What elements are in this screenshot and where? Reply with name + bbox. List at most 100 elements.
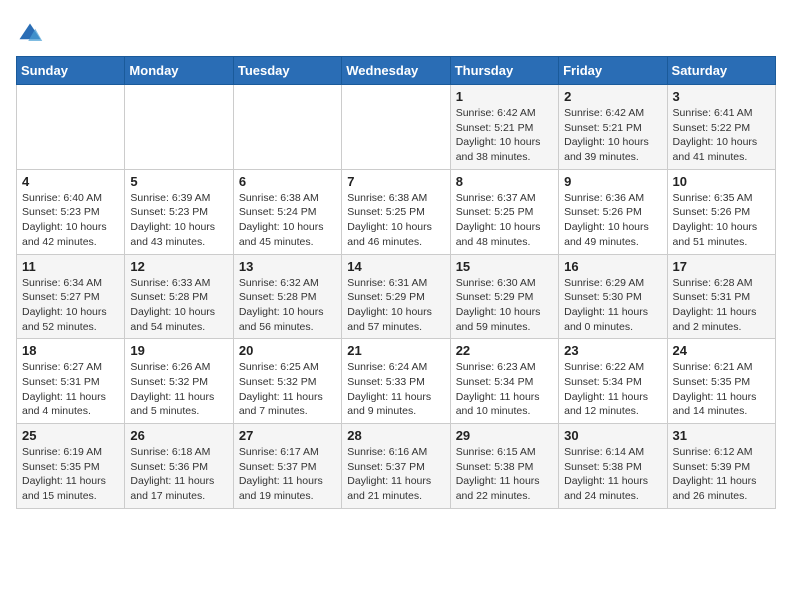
day-info: Sunrise: 6:34 AM Sunset: 5:27 PM Dayligh… (22, 276, 119, 335)
day-info: Sunrise: 6:30 AM Sunset: 5:29 PM Dayligh… (456, 276, 553, 335)
day-number: 6 (239, 174, 336, 189)
header-row: SundayMondayTuesdayWednesdayThursdayFrid… (17, 57, 776, 85)
week-row-3: 11Sunrise: 6:34 AM Sunset: 5:27 PM Dayli… (17, 254, 776, 339)
calendar-cell: 25 Sunrise: 6:19 AM Sunset: 5:35 PM Dayli… (17, 424, 125, 509)
day-info: Sunrise: 6:36 AM Sunset: 5:26 PM Dayligh… (564, 191, 661, 250)
day-info: Sunrise: 6:29 AM Sunset: 5:30 PM Dayligh… (564, 276, 661, 335)
week-row-1: 1Sunrise: 6:42 AM Sunset: 5:21 PM Daylig… (17, 85, 776, 170)
calendar-cell: 19Sunrise: 6:26 AM Sunset: 5:32 PM Dayli… (125, 339, 233, 424)
calendar-cell: 3 Sunrise: 6:41 AM Sunset: 5:22 PM Daylig… (667, 85, 775, 170)
calendar-cell: 11Sunrise: 6:34 AM Sunset: 5:27 PM Dayli… (17, 254, 125, 339)
day-number: 16 (564, 259, 661, 274)
day-number: 21 (347, 343, 444, 358)
calendar-cell: 7 Sunrise: 6:38 AM Sunset: 5:25 PM Daylig… (342, 169, 450, 254)
week-row-4: 18Sunrise: 6:27 AM Sunset: 5:31 PM Dayli… (17, 339, 776, 424)
day-number: 22 (456, 343, 553, 358)
calendar-cell: 1Sunrise: 6:42 AM Sunset: 5:21 PM Daylig… (450, 85, 558, 170)
day-number: 2 (564, 89, 661, 104)
day-number: 5 (130, 174, 227, 189)
day-info: Sunrise: 6:14 AM Sunset: 5:38 PM Dayligh… (564, 445, 661, 504)
calendar-cell: 6 Sunrise: 6:38 AM Sunset: 5:24 PM Daylig… (233, 169, 341, 254)
calendar-header: SundayMondayTuesdayWednesdayThursdayFrid… (17, 57, 776, 85)
week-row-2: 4 Sunrise: 6:40 AM Sunset: 5:23 PM Daylig… (17, 169, 776, 254)
day-info: Sunrise: 6:19 AM Sunset: 5:35 PM Dayligh… (22, 445, 119, 504)
day-number: 23 (564, 343, 661, 358)
day-number: 8 (456, 174, 553, 189)
day-number: 18 (22, 343, 119, 358)
calendar-table: SundayMondayTuesdayWednesdayThursdayFrid… (16, 56, 776, 509)
day-number: 10 (673, 174, 770, 189)
day-number: 17 (673, 259, 770, 274)
day-number: 15 (456, 259, 553, 274)
calendar-cell (125, 85, 233, 170)
calendar-cell (17, 85, 125, 170)
calendar-cell: 5 Sunrise: 6:39 AM Sunset: 5:23 PM Daylig… (125, 169, 233, 254)
calendar-cell: 13Sunrise: 6:32 AM Sunset: 5:28 PM Dayli… (233, 254, 341, 339)
day-number: 20 (239, 343, 336, 358)
day-number: 29 (456, 428, 553, 443)
calendar-cell: 26 Sunrise: 6:18 AM Sunset: 5:36 PM Dayli… (125, 424, 233, 509)
calendar-cell: 30 Sunrise: 6:14 AM Sunset: 5:38 PM Dayli… (559, 424, 667, 509)
day-number: 27 (239, 428, 336, 443)
calendar-cell: 2Sunrise: 6:42 AM Sunset: 5:21 PM Daylig… (559, 85, 667, 170)
calendar-cell: 9 Sunrise: 6:36 AM Sunset: 5:26 PM Daylig… (559, 169, 667, 254)
day-number: 7 (347, 174, 444, 189)
day-number: 19 (130, 343, 227, 358)
calendar-cell: 12Sunrise: 6:33 AM Sunset: 5:28 PM Dayli… (125, 254, 233, 339)
page-header (16, 16, 776, 48)
day-info: Sunrise: 6:38 AM Sunset: 5:24 PM Dayligh… (239, 191, 336, 250)
day-number: 31 (673, 428, 770, 443)
calendar-cell: 21 Sunrise: 6:24 AM Sunset: 5:33 PM Dayli… (342, 339, 450, 424)
calendar-cell: 8 Sunrise: 6:37 AM Sunset: 5:25 PM Daylig… (450, 169, 558, 254)
calendar-cell: 15 Sunrise: 6:30 AM Sunset: 5:29 PM Dayli… (450, 254, 558, 339)
calendar-cell: 17 Sunrise: 6:28 AM Sunset: 5:31 PM Dayli… (667, 254, 775, 339)
day-info: Sunrise: 6:16 AM Sunset: 5:37 PM Dayligh… (347, 445, 444, 504)
day-info: Sunrise: 6:23 AM Sunset: 5:34 PM Dayligh… (456, 360, 553, 419)
day-info: Sunrise: 6:22 AM Sunset: 5:34 PM Dayligh… (564, 360, 661, 419)
calendar-cell: 22 Sunrise: 6:23 AM Sunset: 5:34 PM Dayli… (450, 339, 558, 424)
day-info: Sunrise: 6:39 AM Sunset: 5:23 PM Dayligh… (130, 191, 227, 250)
day-info: Sunrise: 6:15 AM Sunset: 5:38 PM Dayligh… (456, 445, 553, 504)
day-number: 4 (22, 174, 119, 189)
calendar-cell: 16 Sunrise: 6:29 AM Sunset: 5:30 PM Dayli… (559, 254, 667, 339)
calendar-cell: 24 Sunrise: 6:21 AM Sunset: 5:35 PM Dayli… (667, 339, 775, 424)
calendar-cell: 20 Sunrise: 6:25 AM Sunset: 5:32 PM Dayli… (233, 339, 341, 424)
day-number: 25 (22, 428, 119, 443)
day-info: Sunrise: 6:37 AM Sunset: 5:25 PM Dayligh… (456, 191, 553, 250)
day-info: Sunrise: 6:21 AM Sunset: 5:35 PM Dayligh… (673, 360, 770, 419)
day-number: 3 (673, 89, 770, 104)
day-info: Sunrise: 6:28 AM Sunset: 5:31 PM Dayligh… (673, 276, 770, 335)
day-number: 14 (347, 259, 444, 274)
day-info: Sunrise: 6:38 AM Sunset: 5:25 PM Dayligh… (347, 191, 444, 250)
day-info: Sunrise: 6:35 AM Sunset: 5:26 PM Dayligh… (673, 191, 770, 250)
calendar-cell (342, 85, 450, 170)
header-saturday: Saturday (667, 57, 775, 85)
header-thursday: Thursday (450, 57, 558, 85)
day-info: Sunrise: 6:12 AM Sunset: 5:39 PM Dayligh… (673, 445, 770, 504)
day-number: 9 (564, 174, 661, 189)
logo-icon (16, 20, 44, 48)
day-info: Sunrise: 6:40 AM Sunset: 5:23 PM Dayligh… (22, 191, 119, 250)
header-tuesday: Tuesday (233, 57, 341, 85)
header-wednesday: Wednesday (342, 57, 450, 85)
calendar-cell: 18Sunrise: 6:27 AM Sunset: 5:31 PM Dayli… (17, 339, 125, 424)
calendar-cell: 28 Sunrise: 6:16 AM Sunset: 5:37 PM Dayli… (342, 424, 450, 509)
header-friday: Friday (559, 57, 667, 85)
day-info: Sunrise: 6:18 AM Sunset: 5:36 PM Dayligh… (130, 445, 227, 504)
day-info: Sunrise: 6:41 AM Sunset: 5:22 PM Dayligh… (673, 106, 770, 165)
day-info: Sunrise: 6:32 AM Sunset: 5:28 PM Dayligh… (239, 276, 336, 335)
calendar-cell (233, 85, 341, 170)
day-number: 24 (673, 343, 770, 358)
day-number: 28 (347, 428, 444, 443)
day-info: Sunrise: 6:42 AM Sunset: 5:21 PM Dayligh… (456, 106, 553, 165)
calendar-cell: 14 Sunrise: 6:31 AM Sunset: 5:29 PM Dayli… (342, 254, 450, 339)
day-info: Sunrise: 6:24 AM Sunset: 5:33 PM Dayligh… (347, 360, 444, 419)
day-number: 30 (564, 428, 661, 443)
calendar-cell: 23 Sunrise: 6:22 AM Sunset: 5:34 PM Dayli… (559, 339, 667, 424)
day-number: 26 (130, 428, 227, 443)
day-info: Sunrise: 6:33 AM Sunset: 5:28 PM Dayligh… (130, 276, 227, 335)
logo (16, 20, 48, 48)
calendar-body: 1Sunrise: 6:42 AM Sunset: 5:21 PM Daylig… (17, 85, 776, 509)
day-info: Sunrise: 6:25 AM Sunset: 5:32 PM Dayligh… (239, 360, 336, 419)
day-info: Sunrise: 6:31 AM Sunset: 5:29 PM Dayligh… (347, 276, 444, 335)
